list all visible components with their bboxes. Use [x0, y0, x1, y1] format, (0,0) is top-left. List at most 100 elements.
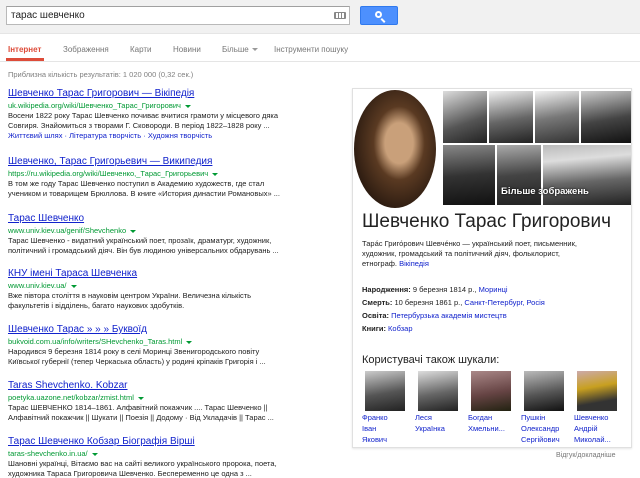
- related-person[interactable]: Шевченко Андрій Миколай...: [574, 371, 620, 444]
- portrait-image[interactable]: [443, 145, 495, 205]
- result-title[interactable]: Шевченко Тарас Григорович — Вікіпедія: [8, 88, 338, 100]
- tab-search-tools[interactable]: Інструменти пошуку: [274, 45, 348, 54]
- related-person[interactable]: Леся Українка: [415, 371, 461, 433]
- person-name: Пушкін: [521, 413, 546, 422]
- person-photo: [577, 371, 617, 411]
- person-name: Сергійович: [521, 435, 560, 444]
- result-snippet: художника Тараса Григоровича Шевченко. Б…: [8, 469, 252, 478]
- related-person[interactable]: Богдан Хмельни...: [468, 371, 514, 433]
- portrait-image[interactable]: [489, 91, 533, 143]
- result-snippet: Тарас ШЕВЧЕНКО 1814–1861. Алфавітний пок…: [8, 403, 268, 412]
- fact-link[interactable]: Санкт-Петербург, Росія: [464, 298, 544, 307]
- tab-news[interactable]: Новини: [173, 45, 201, 54]
- keyboard-icon[interactable]: [334, 12, 346, 19]
- person-name: Олександр: [521, 424, 560, 433]
- main-portrait-image[interactable]: [354, 90, 436, 208]
- result-url-text: uk.wikipedia.org/wiki/Шевченко_Тарас_Гри…: [8, 101, 181, 110]
- fact-label: Смерть:: [362, 298, 393, 307]
- tab-more[interactable]: Більше: [222, 45, 258, 54]
- fact-link[interactable]: Кобзар: [388, 324, 412, 333]
- person-name: Леся: [415, 413, 432, 422]
- person-name: Франко: [362, 413, 388, 422]
- entity-description: Тара́с Григо́рович Шевче́нко — українськ…: [362, 239, 624, 269]
- person-photo: [418, 371, 458, 411]
- search-tabs: Інтернет Зображення Карти Новини Більше …: [0, 35, 640, 62]
- entity-title: Шевченко Тарас Григорович: [362, 211, 612, 232]
- result-title[interactable]: Шевченко Тарас » » » Буквоїд: [8, 324, 338, 336]
- result-url-text: www.univ.kiev.ua/: [8, 281, 67, 290]
- search-result: Taras Shevchenko. Kobzar poetyka.uazone.…: [8, 380, 338, 423]
- active-tab-indicator: [6, 58, 44, 61]
- search-header: [0, 0, 640, 34]
- more-images-link[interactable]: Більше зображень: [501, 186, 589, 197]
- result-url-text: poetyka.uazone.net/kobzar/zmist.html: [8, 393, 134, 402]
- person-name: Богдан: [468, 413, 493, 422]
- person-name: Іван: [362, 424, 377, 433]
- result-url: poetyka.uazone.net/kobzar/zmist.html: [8, 393, 338, 403]
- result-url: taras-shevchenko.in.ua/: [8, 449, 338, 459]
- related-person[interactable]: Франко Іван Якович: [362, 371, 408, 444]
- result-sitelinks[interactable]: Життєвий шлях · Література творчість · Х…: [8, 131, 338, 141]
- result-url: bukvoid.com.ua/info/writers/SHevchenko_T…: [8, 337, 338, 347]
- feedback-link[interactable]: Відгук/докладніше: [556, 452, 615, 459]
- fact-label: Народження:: [362, 285, 411, 294]
- result-snippet: Алфавітний покажчик || Шукати || Поезія …: [8, 413, 274, 422]
- person-photo: [365, 371, 405, 411]
- fact-value: 10 березня 1861 р.,: [394, 298, 465, 307]
- tab-web[interactable]: Інтернет: [8, 45, 41, 54]
- result-snippet: факультетів і відділень, багато наукових…: [8, 301, 185, 310]
- portrait-image[interactable]: [581, 91, 631, 143]
- result-snippet: політичний і громадський діяч. Він був л…: [8, 246, 279, 255]
- result-url-text: https://ru.wikipedia.org/wiki/Шевченко,_…: [8, 169, 209, 178]
- result-snippet: Совгиря. Знайомиться з творами Г. Сковор…: [8, 121, 270, 130]
- person-name: Миколай...: [574, 435, 611, 444]
- person-name: Хмельни...: [468, 424, 505, 433]
- result-title[interactable]: Шевченко, Тарас Григорьевич — Википедия: [8, 156, 338, 168]
- fact-label: Книги:: [362, 324, 386, 333]
- person-photo: [524, 371, 564, 411]
- portrait-image[interactable]: [535, 91, 579, 143]
- dropdown-arrow-icon[interactable]: [186, 340, 193, 344]
- result-url-text: www.univ.kiev.ua/genif/Shevchenko: [8, 226, 127, 235]
- tab-images[interactable]: Зображення: [63, 45, 109, 54]
- result-url: www.univ.kiev.ua/genif/Shevchenko: [8, 226, 338, 236]
- result-url: https://ru.wikipedia.org/wiki/Шевченко,_…: [8, 169, 338, 179]
- result-title[interactable]: КНУ імені Тараса Шевченка: [8, 268, 338, 280]
- dropdown-arrow-icon[interactable]: [212, 172, 219, 176]
- dropdown-arrow-icon[interactable]: [137, 396, 144, 400]
- result-url: www.univ.kiev.ua/: [8, 281, 338, 291]
- dropdown-arrow-icon[interactable]: [184, 104, 191, 108]
- related-person[interactable]: Пушкін Олександр Сергійович: [521, 371, 567, 444]
- dropdown-arrow-icon[interactable]: [91, 452, 98, 456]
- search-button[interactable]: [360, 6, 398, 25]
- dropdown-arrow-icon[interactable]: [130, 229, 137, 233]
- fact-label: Освіта:: [362, 311, 390, 320]
- search-box[interactable]: [6, 6, 350, 25]
- wikipedia-link[interactable]: Вікіпедія: [399, 259, 429, 268]
- result-title[interactable]: Taras Shevchenko. Kobzar: [8, 380, 338, 392]
- person-name: Андрій: [574, 424, 598, 433]
- fact-birth: Народження: 9 березня 1814 р., Моринці: [362, 285, 508, 294]
- tab-maps[interactable]: Карти: [130, 45, 152, 54]
- fact-education: Освіта: Петербурзька академія мистецтв: [362, 311, 507, 320]
- portrait-image[interactable]: [443, 91, 487, 143]
- result-title[interactable]: Тарас Шевченко Кобзар Біографія Вірші: [8, 436, 338, 448]
- result-url: uk.wikipedia.org/wiki/Шевченко_Тарас_Гри…: [8, 101, 338, 111]
- knowledge-panel: Більше зображень Шевченко Тарас Григоров…: [352, 88, 632, 448]
- search-result: Шевченко Тарас » » » Буквоїд bukvoid.com…: [8, 324, 338, 367]
- search-input[interactable]: [7, 7, 327, 24]
- result-snippet: В том же году Тарас Шевченко поступил в …: [8, 179, 265, 188]
- search-result: Тарас Шевченко Кобзар Біографія Вірші ta…: [8, 436, 338, 478]
- fact-link[interactable]: Петербурзька академія мистецтв: [391, 311, 507, 320]
- search-result: Тарас Шевченко www.univ.kiev.ua/genif/Sh…: [8, 213, 338, 256]
- person-photo: [471, 371, 511, 411]
- fact-value: 9 березня 1814 р.,: [412, 285, 479, 294]
- result-title[interactable]: Тарас Шевченко: [8, 213, 338, 225]
- result-stats: Приблизна кількість результатів: 1 020 0…: [8, 70, 194, 79]
- person-name: Якович: [362, 435, 388, 444]
- result-snippet: Вже півтора століття в науковім центром …: [8, 291, 252, 300]
- tab-more-label: Більше: [222, 45, 249, 54]
- fact-link[interactable]: Моринці: [479, 285, 508, 294]
- dropdown-arrow-icon[interactable]: [70, 284, 77, 288]
- person-name: Українка: [415, 424, 445, 433]
